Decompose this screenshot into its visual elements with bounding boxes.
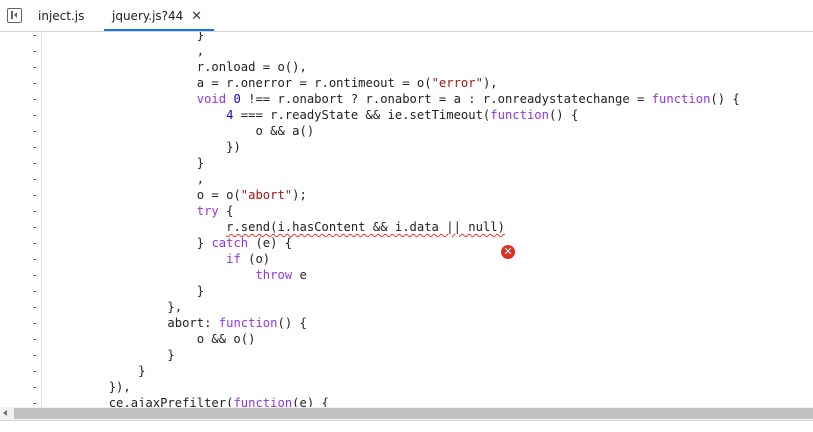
code-text: , bbox=[196, 172, 205, 186]
code-line[interactable]: - o = o("abort"); bbox=[0, 187, 813, 203]
code-text: } bbox=[196, 284, 205, 298]
line-marker: - bbox=[31, 252, 39, 266]
line-marker: - bbox=[31, 284, 39, 298]
code-text: throw e bbox=[255, 268, 307, 282]
line-marker: - bbox=[31, 316, 39, 330]
code-line[interactable]: - } bbox=[0, 347, 813, 363]
code-text: abort: function() { bbox=[167, 316, 307, 330]
code-line[interactable]: - } bbox=[0, 363, 813, 379]
code-text: } bbox=[196, 32, 205, 42]
line-marker: - bbox=[31, 300, 39, 314]
code-line[interactable]: - if (o) bbox=[0, 251, 813, 267]
code-line[interactable]: - } bbox=[0, 32, 813, 43]
line-marker: - bbox=[31, 188, 39, 202]
code-line[interactable]: - o && a() bbox=[0, 123, 813, 139]
code-text: void 0 !== r.onabort ? r.onabort = a : r… bbox=[196, 92, 740, 106]
line-marker: - bbox=[31, 108, 39, 122]
code-line[interactable]: - r.send(i.hasContent && i.data || null) bbox=[0, 219, 813, 235]
code-line[interactable]: - ce.ajaxPrefilter(function(e) { bbox=[0, 395, 813, 407]
line-marker: - bbox=[31, 220, 39, 234]
code-text: }) bbox=[226, 140, 241, 154]
line-marker: - bbox=[31, 44, 39, 58]
code-editor[interactable]: - } - ,- r.onload = o(), - a = r.onerror =… bbox=[0, 32, 813, 407]
code-line[interactable]: - 4 === r.readyState && ie.setTimeout(fu… bbox=[0, 107, 813, 123]
editor-tab-bar: inject.js jquery.js?44 ✕ bbox=[0, 0, 813, 32]
code-line[interactable]: - abort: function() { bbox=[0, 315, 813, 331]
code-text: ce.ajaxPrefilter(function(e) { bbox=[108, 396, 329, 407]
code-text: r.send(i.hasContent && i.data || null) bbox=[50, 219, 505, 235]
code-text: 4 === r.readyState && ie.setTimeout(func… bbox=[226, 108, 579, 122]
code-line[interactable]: - }, bbox=[0, 299, 813, 315]
code-line[interactable]: - } bbox=[0, 155, 813, 171]
close-icon[interactable]: ✕ bbox=[191, 0, 202, 33]
horizontal-scrollbar[interactable] bbox=[0, 407, 813, 420]
code-line[interactable]: - , bbox=[0, 43, 813, 59]
code-text: o = o("abort"); bbox=[196, 188, 307, 202]
line-marker: - bbox=[31, 380, 39, 394]
line-marker: - bbox=[31, 60, 39, 74]
code-line[interactable]: - } bbox=[0, 283, 813, 299]
error-icon[interactable]: ✕ bbox=[501, 245, 515, 259]
code-text: }, bbox=[167, 300, 183, 314]
error-underline: r.send(i.hasContent && i.data || null) bbox=[226, 220, 505, 234]
line-marker: - bbox=[31, 332, 39, 346]
status-bar bbox=[0, 420, 813, 432]
sidebar-toggle-arrow bbox=[14, 12, 17, 18]
code-text: try { bbox=[196, 204, 234, 218]
tab-jquery-js[interactable]: jquery.js?44 ✕ bbox=[104, 0, 214, 31]
tab-label: inject.js bbox=[38, 9, 85, 23]
code-line[interactable]: - a = r.onerror = r.ontimeout = o("error… bbox=[0, 75, 813, 91]
sidebar-toggle-bar bbox=[11, 11, 13, 19]
code-text: }), bbox=[108, 380, 131, 394]
line-marker: - bbox=[31, 396, 39, 407]
code-text: o && a() bbox=[255, 124, 315, 138]
line-marker: - bbox=[31, 236, 39, 250]
code-line[interactable]: - throw e bbox=[0, 267, 813, 283]
code-text: } bbox=[167, 348, 175, 362]
line-marker: - bbox=[31, 140, 39, 154]
sidebar-toggle-icon[interactable] bbox=[7, 8, 22, 23]
code-line[interactable]: - r.onload = o(), bbox=[0, 59, 813, 75]
scrollbar-thumb[interactable] bbox=[14, 408, 813, 419]
line-marker: - bbox=[31, 172, 39, 186]
code-text: } bbox=[138, 364, 146, 378]
code-line[interactable]: - try { bbox=[0, 203, 813, 219]
code-text: } catch (e) { bbox=[196, 236, 293, 250]
code-line[interactable]: - o && o() bbox=[0, 331, 813, 347]
code-text: } bbox=[196, 156, 205, 170]
line-marker: - bbox=[31, 268, 39, 282]
line-marker: - bbox=[31, 364, 39, 378]
code-line[interactable]: - , bbox=[0, 171, 813, 187]
code-text: a = r.onerror = r.ontimeout = o("error")… bbox=[196, 76, 498, 90]
line-marker: - bbox=[31, 76, 39, 90]
scroll-left-icon[interactable] bbox=[3, 410, 7, 416]
line-marker: - bbox=[31, 32, 39, 42]
code-line[interactable]: - void 0 !== r.onabort ? r.onabort = a :… bbox=[0, 91, 813, 107]
line-marker: - bbox=[31, 348, 39, 362]
code-line[interactable]: - }) bbox=[0, 139, 813, 155]
line-marker: - bbox=[31, 204, 39, 218]
code-line[interactable]: - }), bbox=[0, 379, 813, 395]
line-marker: - bbox=[31, 92, 39, 106]
line-marker: - bbox=[31, 156, 39, 170]
tab-inject-js[interactable]: inject.js bbox=[30, 0, 96, 31]
tab-label: jquery.js?44 bbox=[112, 9, 184, 23]
code-text: , bbox=[196, 44, 205, 58]
line-marker: - bbox=[31, 124, 39, 138]
code-line[interactable]: - } catch (e) { bbox=[0, 235, 813, 251]
code-text: o && o() bbox=[196, 332, 256, 346]
code-text: if (o) bbox=[226, 252, 271, 266]
code-text: r.onload = o(), bbox=[196, 60, 307, 74]
